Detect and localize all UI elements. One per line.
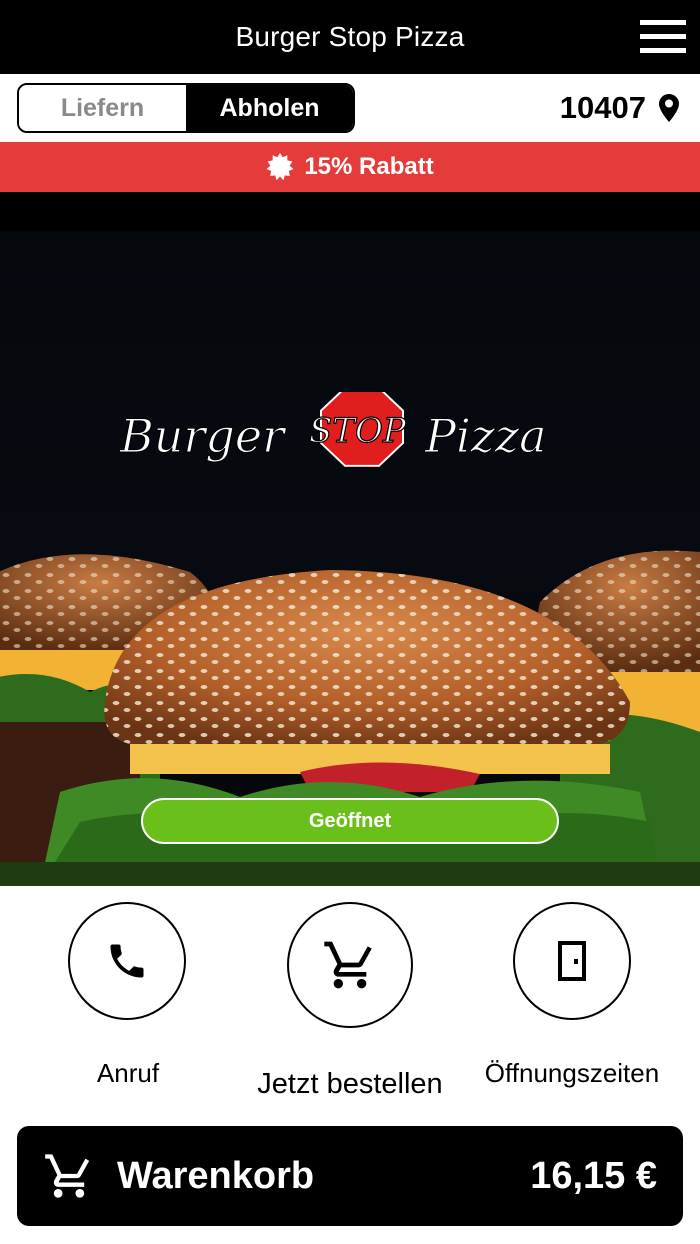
cart-total: 16,15 € — [530, 1155, 657, 1197]
cart-label: Warenkorb — [117, 1155, 315, 1197]
map-pin-icon — [659, 94, 679, 122]
call-action[interactable]: Anruf — [58, 902, 198, 1088]
order-now-button[interactable] — [287, 902, 413, 1028]
discount-text: 15% Rabatt — [304, 153, 434, 180]
opening-hours-label: Öffnungszeiten — [484, 1058, 660, 1088]
cart-icon — [324, 941, 372, 989]
quick-actions: Anruf Jetzt bestellen Öffnungszeiten — [0, 886, 700, 1106]
svg-text:STOP: STOP — [309, 411, 407, 451]
call-label: Anruf — [96, 1058, 160, 1088]
tab-liefern[interactable]: Liefern — [19, 85, 186, 131]
opening-hours-button[interactable] — [513, 902, 631, 1020]
door-icon — [558, 941, 586, 981]
restaurant-logo: Burger STOP Pizza — [120, 392, 547, 467]
hero-banner: Burger STOP Pizza — [0, 192, 700, 886]
order-mode-bar: Liefern Abholen 10407 — [0, 74, 700, 142]
tab-abholen[interactable]: Abholen — [186, 85, 353, 131]
discount-badge-icon — [266, 153, 294, 181]
svg-text:Pizza: Pizza — [424, 409, 547, 463]
app-title: Burger Stop Pizza — [235, 21, 465, 52]
delivery-pickup-toggle: Liefern Abholen — [17, 83, 355, 133]
postcode: 10407 — [559, 90, 646, 125]
location-selector[interactable]: 10407 — [560, 88, 680, 128]
cart-bar[interactable]: Warenkorb 16,15 € — [17, 1126, 683, 1226]
discount-banner[interactable]: 15% Rabatt — [0, 142, 700, 192]
hamburger-menu-icon[interactable] — [640, 20, 686, 54]
cart-icon — [45, 1154, 90, 1198]
svg-text:Burger: Burger — [120, 409, 287, 463]
call-button[interactable] — [68, 902, 186, 1020]
open-status-badge[interactable]: Geöffnet — [141, 798, 559, 844]
top-app-bar: Burger Stop Pizza — [0, 0, 700, 74]
phone-icon — [110, 944, 144, 978]
order-now-action[interactable]: Jetzt bestellen — [250, 902, 450, 1100]
order-now-label: Jetzt bestellen — [257, 1068, 443, 1100]
opening-hours-action[interactable]: Öffnungszeiten — [482, 902, 662, 1088]
